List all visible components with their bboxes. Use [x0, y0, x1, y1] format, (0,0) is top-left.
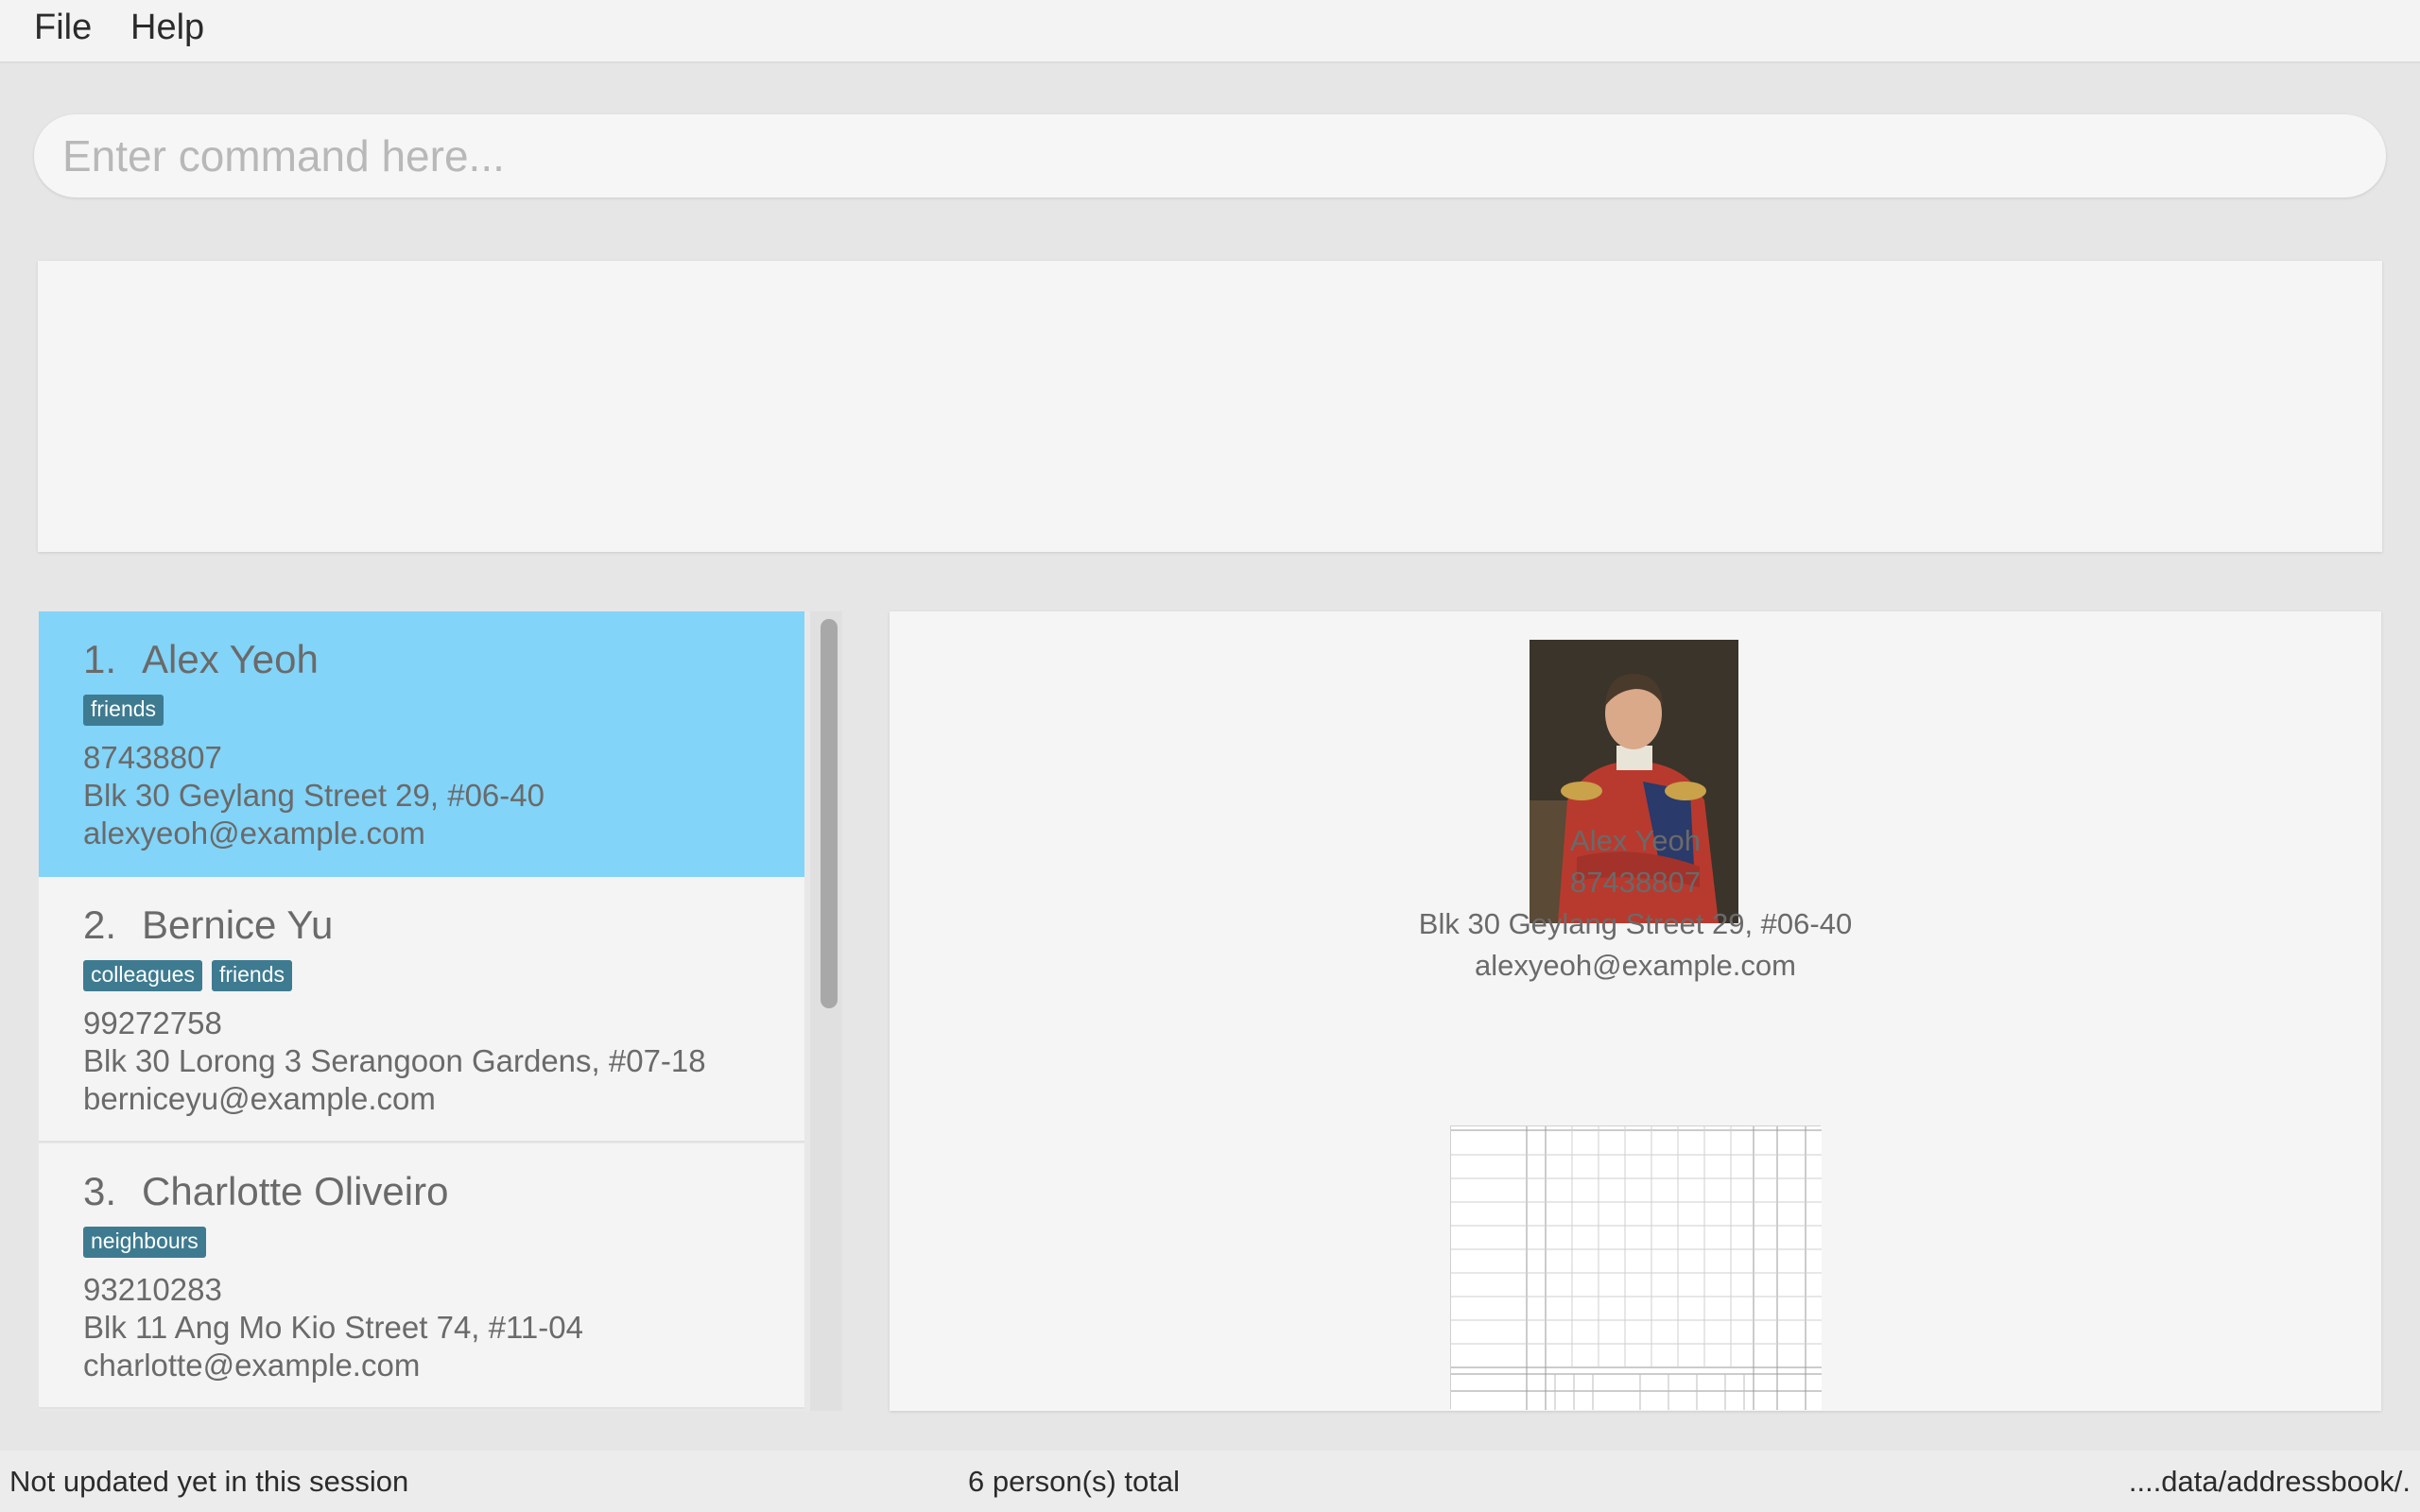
person-name: 1. Alex Yeoh: [83, 637, 319, 682]
person-index: 1.: [83, 637, 117, 681]
detail-address: Blk 30 Geylang Street 29, #06-40: [1418, 907, 1853, 940]
person-list[interactable]: 1. Alex Yeoh friends 87438807 Blk 30 Geyl…: [39, 611, 842, 1411]
status-bar: Not updated yet in this session 6 person…: [0, 1451, 2420, 1512]
person-phone: 93210283: [83, 1272, 222, 1307]
person-name: 2. Bernice Yu: [83, 902, 333, 948]
person-address: Blk 30 Geylang Street 29, #06-40: [83, 778, 544, 813]
person-phone: 99272758: [83, 1005, 222, 1040]
tag-label: friends: [83, 695, 164, 726]
sync-status: Not updated yet in this session: [9, 1465, 409, 1498]
result-display[interactable]: [38, 261, 2382, 552]
person-email: charlotte@example.com: [83, 1348, 421, 1383]
person-index: 2.: [83, 902, 117, 947]
person-name: 3. Charlotte Oliveiro: [83, 1169, 448, 1214]
tag-label: friends: [211, 960, 293, 991]
menu-bar: File Help: [0, 0, 2420, 63]
save-location: ....data/addressbook/.: [2128, 1465, 2411, 1498]
person-name-text: Alex Yeoh: [142, 637, 319, 681]
person-card[interactable]: 1. Alex Yeoh friends 87438807 Blk 30 Geyl…: [39, 611, 804, 877]
menu-file[interactable]: File: [34, 8, 92, 48]
person-index: 3.: [83, 1169, 117, 1213]
command-box: [34, 114, 2386, 198]
menu-help[interactable]: Help: [130, 8, 204, 48]
list-scrollbar[interactable]: [810, 611, 842, 1411]
schedule-image: [1450, 1125, 1822, 1410]
person-address: Blk 30 Lorong 3 Serangoon Gardens, #07-1…: [83, 1043, 706, 1078]
person-count: 6 person(s) total: [968, 1465, 1180, 1498]
detail-email: alexyeoh@example.com: [1475, 949, 1796, 982]
person-address: Blk 11 Ang Mo Kio Street 74, #11-04: [83, 1310, 583, 1345]
tag-list: neighbours: [83, 1227, 216, 1258]
tag-list: colleagues friends: [83, 960, 302, 991]
person-name-text: Bernice Yu: [142, 902, 334, 947]
detail-phone: 87438807: [1570, 866, 1701, 899]
person-phone: 87438807: [83, 740, 222, 775]
tag-list: friends: [83, 695, 173, 726]
person-name-text: Charlotte Oliveiro: [142, 1169, 449, 1213]
tag-label: colleagues: [83, 960, 202, 991]
person-card[interactable]: 2. Bernice Yu colleagues friends 99272758 …: [39, 877, 804, 1143]
person-email: berniceyu@example.com: [83, 1081, 436, 1116]
command-input[interactable]: [34, 114, 2386, 198]
person-email: alexyeoh@example.com: [83, 816, 425, 850]
detail-name: Alex Yeoh: [1570, 824, 1701, 857]
person-detail-panel: Alex Yeoh 87438807 Blk 30 Geylang Street…: [890, 611, 2381, 1411]
scrollbar-thumb[interactable]: [821, 619, 838, 1008]
person-card[interactable]: 3. Charlotte Oliveiro neighbours 93210283…: [39, 1143, 804, 1409]
tag-label: neighbours: [83, 1227, 206, 1258]
